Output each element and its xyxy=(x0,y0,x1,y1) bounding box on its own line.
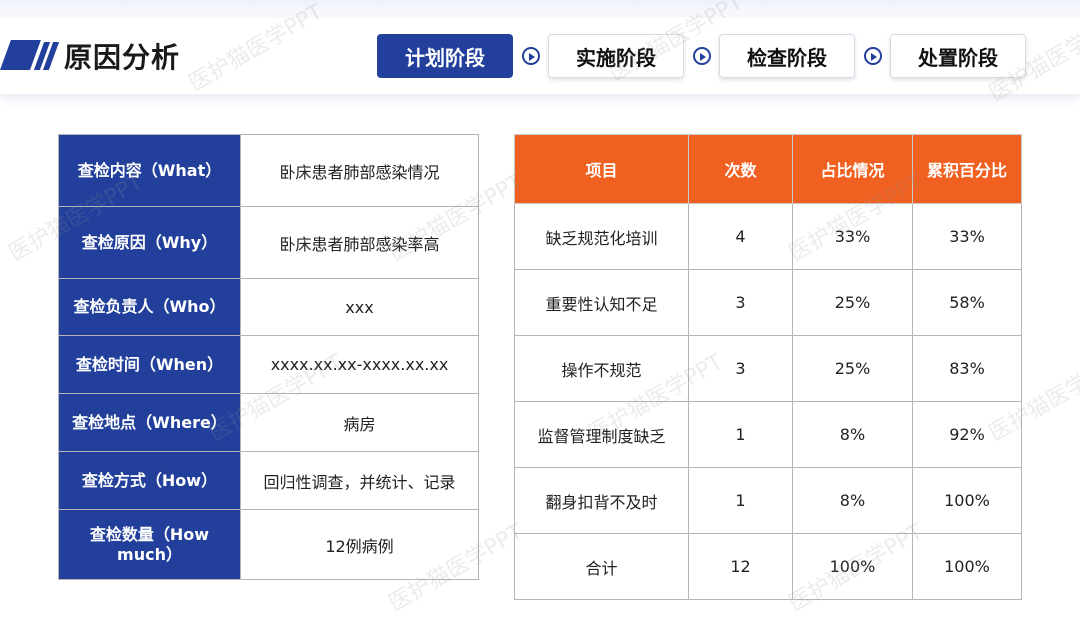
row-value: 卧床患者肺部感染率高 xyxy=(240,206,479,279)
table-row: 查检原因（Why） 卧床患者肺部感染率高 xyxy=(58,206,479,279)
step-do[interactable]: 实施阶段 xyxy=(548,34,684,78)
check-info-table: 查检内容（What） 卧床患者肺部感染情况 查检原因（Why） 卧床患者肺部感染率高… xyxy=(58,134,479,580)
table-cell: 缺乏规范化培训 xyxy=(514,203,689,270)
table-cell: 100% xyxy=(912,467,1022,534)
row-value: 12例病例 xyxy=(240,509,479,580)
table-row: 监督管理制度缺乏 1 8% 92% xyxy=(514,401,1022,468)
table-row: 操作不规范 3 25% 83% xyxy=(514,335,1022,402)
column-header: 占比情况 xyxy=(792,134,913,204)
table-row: 重要性认知不足 3 25% 58% xyxy=(514,269,1022,336)
table-cell: 4 xyxy=(688,203,793,270)
table-cell: 8% xyxy=(792,401,913,468)
arrow-right-icon xyxy=(864,47,882,65)
table-row: 查检负责人（Who） xxx xyxy=(58,278,479,336)
table-cell: 83% xyxy=(912,335,1022,402)
cause-stats-table: 项目 次数 占比情况 累积百分比 缺乏规范化培训 4 33% 33% 重要性认知… xyxy=(514,134,1022,600)
table-cell: 操作不规范 xyxy=(514,335,689,402)
table-cell: 25% xyxy=(792,269,913,336)
arrow-right-icon xyxy=(693,47,711,65)
row-value: xxx xyxy=(240,278,479,336)
row-label: 查检原因（Why） xyxy=(58,206,241,279)
step-check[interactable]: 检查阶段 xyxy=(719,34,855,78)
table-cell: 3 xyxy=(688,335,793,402)
table-cell: 33% xyxy=(912,203,1022,270)
column-header: 累积百分比 xyxy=(912,134,1022,204)
row-value: 病房 xyxy=(240,393,479,452)
arrow-right-icon xyxy=(522,47,540,65)
table-cell: 监督管理制度缺乏 xyxy=(514,401,689,468)
row-label: 查检方式（How） xyxy=(58,451,241,510)
table-cell: 100% xyxy=(912,533,1022,600)
table-header-row: 项目 次数 占比情况 累积百分比 xyxy=(514,134,1022,204)
row-label: 查检负责人（Who） xyxy=(58,278,241,336)
column-header: 次数 xyxy=(688,134,793,204)
table-cell: 翻身扣背不及时 xyxy=(514,467,689,534)
table-row: 查检地点（Where） 病房 xyxy=(58,393,479,452)
column-header: 项目 xyxy=(514,134,689,204)
row-value: 回归性调查，并统计、记录 xyxy=(240,451,479,510)
table-row: 翻身扣背不及时 1 8% 100% xyxy=(514,467,1022,534)
table-row: 查检方式（How） 回归性调查，并统计、记录 xyxy=(58,451,479,510)
table-cell: 1 xyxy=(688,467,793,534)
table-row: 缺乏规范化培训 4 33% 33% xyxy=(514,203,1022,270)
table-cell: 合计 xyxy=(514,533,689,600)
step-act[interactable]: 处置阶段 xyxy=(890,34,1026,78)
table-cell: 25% xyxy=(792,335,913,402)
table-cell: 12 xyxy=(688,533,793,600)
table-cell: 33% xyxy=(792,203,913,270)
header-bar: 原因分析 计划阶段 实施阶段 检查阶段 处置阶段 xyxy=(0,18,1080,94)
row-label: 查检数量（How much） xyxy=(58,509,241,580)
table-cell: 92% xyxy=(912,401,1022,468)
table-row: 查检内容（What） 卧床患者肺部感染情况 xyxy=(58,134,479,207)
table-cell: 1 xyxy=(688,401,793,468)
page-title: 原因分析 xyxy=(64,41,181,74)
table-row-total: 合计 12 100% 100% xyxy=(514,533,1022,600)
row-label: 查检内容（What） xyxy=(58,134,241,207)
table-row: 查检数量（How much） 12例病例 xyxy=(58,509,479,580)
table-cell: 58% xyxy=(912,269,1022,336)
table-cell: 100% xyxy=(792,533,913,600)
row-label: 查检地点（Where） xyxy=(58,393,241,452)
table-cell: 8% xyxy=(792,467,913,534)
table-cell: 重要性认知不足 xyxy=(514,269,689,336)
row-label: 查检时间（When） xyxy=(58,335,241,394)
row-value: xxxx.xx.xx-xxxx.xx.xx xyxy=(240,335,479,394)
table-row: 查检时间（When） xxxx.xx.xx-xxxx.xx.xx xyxy=(58,335,479,394)
step-plan[interactable]: 计划阶段 xyxy=(377,34,513,78)
row-value: 卧床患者肺部感染情况 xyxy=(240,134,479,207)
table-cell: 3 xyxy=(688,269,793,336)
